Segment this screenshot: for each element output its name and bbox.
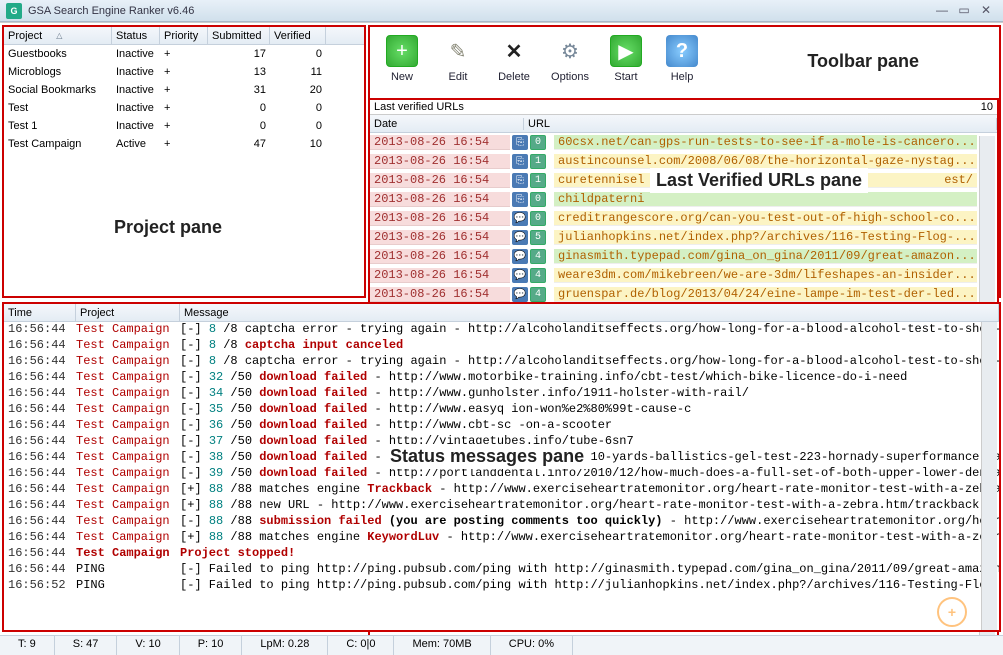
project-header[interactable]: Project △ Status Priority Submitted Verif… (4, 27, 364, 45)
sort-asc-icon: △ (56, 31, 62, 40)
project-row[interactable]: Test 1Inactive+00 (4, 117, 364, 135)
log-row[interactable]: 16:56:44Test Campaign[-] 34 /50 download… (4, 386, 999, 402)
edit-icon: ✎ (442, 35, 474, 67)
verified-row[interactable]: 2013-08-26 16:54💬4ginasmith.typepad.com/… (370, 247, 997, 266)
project-row[interactable]: Test CampaignActive+4710 (4, 135, 364, 153)
log-row[interactable]: 16:56:44Test Campaign[+] 88 /88 matches … (4, 530, 999, 546)
col-project[interactable]: Project (8, 30, 42, 42)
col-message[interactable]: Message (180, 304, 999, 321)
log-header[interactable]: Time Project Message (4, 304, 999, 322)
status-threads: T: 9 (0, 636, 55, 655)
log-row[interactable]: 16:56:44Test CampaignProject stopped! (4, 546, 999, 562)
log-row[interactable]: 16:56:52PING[-] Failed to ping http://pi… (4, 578, 999, 594)
log-row[interactable]: 16:56:44Test Campaign[+] 88 /88 new URL … (4, 498, 999, 514)
watermark: + (917, 593, 997, 633)
close-button[interactable]: ✕ (975, 3, 997, 19)
log-row[interactable]: 16:56:44Test Campaign[-] 8 /8 captcha er… (4, 322, 999, 338)
toolbar-pane-label: Toolbar pane (807, 51, 919, 72)
verified-title: Last verified URLs (374, 101, 464, 113)
project-pane-label: Project pane (114, 217, 222, 238)
verified-pane-label: Last Verified URLs pane (650, 168, 868, 193)
log-row[interactable]: 16:56:44Test Campaign[-] 32 /50 download… (4, 370, 999, 386)
log-pane: Time Project Message 16:56:44Test Campai… (2, 302, 1001, 632)
status-p: P: 10 (180, 636, 243, 655)
play-icon: ▶ (610, 35, 642, 67)
project-row[interactable]: MicroblogsInactive+1311 (4, 63, 364, 81)
project-pane: Project △ Status Priority Submitted Verif… (2, 25, 366, 298)
log-row[interactable]: 16:56:44PING[-] Failed to ping http://pi… (4, 562, 999, 578)
status-submitted: S: 47 (55, 636, 118, 655)
log-row[interactable]: 16:56:44Test Campaign[+] 88 /88 matches … (4, 482, 999, 498)
col-submitted[interactable]: Submitted (208, 27, 270, 44)
titlebar: G GSA Search Engine Ranker v6.46 — ▭ ✕ (0, 0, 1003, 22)
window-title: GSA Search Engine Ranker v6.46 (28, 5, 931, 17)
log-pane-label: Status messages pane (384, 444, 590, 469)
col-priority[interactable]: Priority (160, 27, 208, 44)
maximize-button[interactable]: ▭ (953, 3, 975, 19)
col-verified[interactable]: Verified (270, 27, 326, 44)
col-status[interactable]: Status (112, 27, 160, 44)
verified-row[interactable]: 2013-08-26 16:54💬4weare3dm.com/mikebreen… (370, 266, 997, 285)
verified-header[interactable]: Date URL (370, 115, 997, 133)
statusbar: T: 9 S: 47 V: 10 P: 10 LpM: 0.28 C: 0|0 … (0, 635, 1003, 655)
project-row[interactable]: TestInactive+00 (4, 99, 364, 117)
verified-row[interactable]: 2013-08-26 16:54💬5julianhopkins.net/inde… (370, 228, 997, 247)
help-icon: ? (666, 35, 698, 67)
minimize-button[interactable]: — (931, 3, 953, 19)
app-icon: G (6, 3, 22, 19)
plus-icon: + (386, 35, 418, 67)
verified-row[interactable]: 2013-08-26 16:54⎘060csx.net/can-gps-run-… (370, 133, 997, 152)
status-c: C: 0|0 (328, 636, 394, 655)
log-scrollbar[interactable] (981, 322, 997, 630)
verified-count: 10 (981, 101, 993, 113)
status-cpu: CPU: 0% (491, 636, 573, 655)
status-lpm: LpM: 0.28 (242, 636, 328, 655)
col-log-project[interactable]: Project (76, 304, 180, 321)
col-time[interactable]: Time (4, 304, 76, 321)
gear-icon: ⚙ (554, 35, 586, 67)
log-row[interactable]: 16:56:44Test Campaign[-] 35 /50 download… (4, 402, 999, 418)
status-verified: V: 10 (117, 636, 179, 655)
project-row[interactable]: Social BookmarksInactive+3120 (4, 81, 364, 99)
col-url[interactable]: URL (524, 118, 997, 130)
delete-icon: ✕ (498, 35, 530, 67)
log-row[interactable]: 16:56:44Test Campaign[-] 88 /88 submissi… (4, 514, 999, 530)
project-row[interactable]: GuestbooksInactive+170 (4, 45, 364, 63)
verified-row[interactable]: 2013-08-26 16:54💬0creditrangescore.org/c… (370, 209, 997, 228)
col-date[interactable]: Date (370, 118, 524, 130)
status-mem: Mem: 70MB (394, 636, 490, 655)
log-row[interactable]: 16:56:44Test Campaign[-] 8 /8 captcha er… (4, 354, 999, 370)
log-row[interactable]: 16:56:44Test Campaign[-] 8 /8 captcha in… (4, 338, 999, 354)
log-row[interactable]: 16:56:44Test Campaign[-] 36 /50 download… (4, 418, 999, 434)
